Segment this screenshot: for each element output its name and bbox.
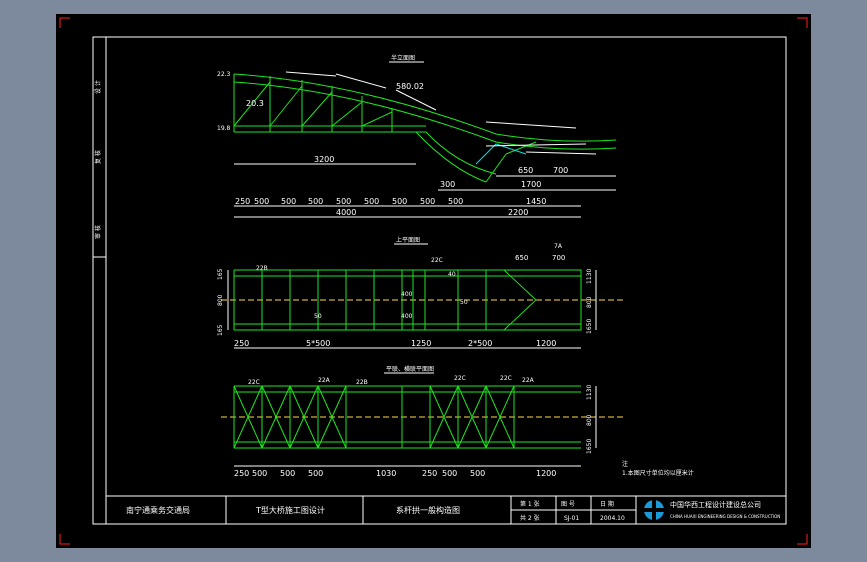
bp-label-2: 22A: [318, 377, 331, 384]
tb-project: T型大桥施工图设计: [255, 505, 325, 515]
plan-right-dim-1: 1130: [586, 269, 593, 284]
dim-row-0: 250: [235, 197, 250, 206]
plan-label-22b: 22B: [256, 265, 268, 272]
plan-label-400b: 400: [401, 313, 413, 320]
plan-left-dim-2: 800: [217, 294, 224, 306]
plan-dim-1: 5*500: [306, 339, 330, 348]
dim-row-6: 500: [392, 197, 407, 206]
corner-mark-tl: [59, 17, 70, 28]
arch-end-curve-2: [415, 131, 487, 183]
cad-viewport[interactable]: 设 计 复 核 审 核 半立面图 22.3 20.3 19.8 580.02 3…: [56, 14, 811, 548]
bp-dim-8: 1200: [536, 469, 556, 478]
elev-label-3: 19.8: [217, 125, 231, 132]
plan-left-dim-3: 165: [217, 324, 224, 336]
plan-label-700: 700: [552, 254, 565, 262]
dim-650: 650: [518, 166, 533, 175]
note-line-1: 1.本图尺寸单位均以厘米计: [622, 469, 694, 477]
corner-mark-tr: [797, 17, 808, 28]
dim-1700: 1700: [521, 180, 541, 189]
tb-client: 南宁通乘务交通局: [126, 505, 190, 515]
bp-dim-5: 250: [422, 469, 437, 478]
plan-dim-0: 250: [234, 339, 249, 348]
tb-total: 共 2 张: [520, 514, 540, 522]
plan-dim-2: 1250: [411, 339, 431, 348]
elev-label-2: 20.3: [246, 99, 264, 108]
elevation-title: 半立面图: [391, 54, 415, 62]
plan-label-650: 650: [515, 254, 528, 262]
dim-300: 300: [440, 180, 455, 189]
dim-row-7: 500: [420, 197, 435, 206]
elev-label-1: 22.3: [217, 71, 231, 78]
side-stamp-2: 复 核: [94, 150, 102, 164]
dim-row-2: 500: [281, 197, 296, 206]
plan-label-40: 40: [448, 271, 456, 278]
title-block: 南宁通乘务交通局 T型大桥施工图设计 系杆拱一般构造图 第 1 张 共 2 张 …: [106, 495, 786, 524]
bottom-plan-title: 平联、横联平面图: [386, 365, 434, 373]
bp-label-4: 22C: [454, 375, 466, 382]
side-stamp-1: 设 计: [94, 80, 102, 94]
company-logo-icon: [644, 500, 664, 520]
bp-label-6: 22A: [522, 377, 535, 384]
bp-right-dim-2: 800: [586, 414, 593, 426]
bp-dim-2: 500: [280, 469, 295, 478]
bp-label-3: 22B: [356, 379, 368, 386]
bp-right-dim-1: 1130: [586, 385, 593, 400]
plan-right-dim-3: 1650: [586, 319, 593, 334]
tb-company-en: CHINA HUAXI ENGINEERING DESIGN & CONSTRU…: [670, 514, 780, 519]
dim-row-4: 500: [336, 197, 351, 206]
corner-mark-br: [797, 534, 808, 545]
tb-drawing-no: SJ-01: [564, 515, 579, 522]
plan-title: 上平面图: [396, 236, 420, 244]
side-stamps: 设 计 复 核 审 核: [94, 80, 102, 239]
bp-dim-0: 250: [234, 469, 249, 478]
plan-view: 上平面图 22B 22C 7A 650 700 40 50 400 400 50…: [217, 236, 626, 349]
elev-dim-row: 250 500 500 500 500 500 500 500 500 1450: [235, 197, 546, 206]
drawing-canvas: 设 计 复 核 审 核 半立面图 22.3 20.3 19.8 580.02 3…: [59, 17, 808, 545]
plan-dim-4: 1200: [536, 339, 556, 348]
arch-top-chord-inner: [233, 81, 617, 150]
dim-4000: 4000: [336, 208, 356, 217]
bp-label-1: 22C: [248, 379, 260, 386]
plan-right-dim-2: 800: [586, 296, 593, 308]
tb-company: 中国华西工程设计建设总公司: [670, 500, 761, 509]
dim-row-9: 1450: [526, 197, 546, 206]
inner-frame: [105, 36, 787, 525]
dim-row-1: 500: [254, 197, 269, 206]
drawing-note: 注 1.本图尺寸单位均以厘米计: [622, 460, 694, 477]
plan-label-50: 50: [460, 299, 468, 306]
plan-dim-3: 2*500: [468, 339, 492, 348]
bp-dim-6: 500: [442, 469, 457, 478]
tb-date: 2004.10: [600, 515, 625, 522]
bottom-plan-view: 平联、横联平面图 22C 22A 22B 22C 22C 22A 1130 80…: [221, 365, 626, 478]
dim-row-8: 500: [448, 197, 463, 206]
bp-dim-3: 500: [308, 469, 323, 478]
plan-label-7a: 7A: [554, 243, 563, 250]
drawing-frame: [92, 36, 787, 525]
bp-dim-1: 500: [252, 469, 267, 478]
tb-date-label: 日 期: [600, 500, 614, 508]
note-title: 注: [622, 460, 628, 468]
plan-label-22c: 22C: [431, 257, 443, 264]
tb-drawing-title: 系杆拱一般构造图: [396, 505, 460, 515]
side-stamp-3: 审 核: [94, 225, 102, 239]
bp-right-dim-3: 1650: [586, 439, 593, 454]
dim-3200: 3200: [314, 155, 334, 164]
arch-top-chord: [233, 73, 617, 142]
corner-mark-bl: [59, 534, 70, 545]
elevation-view: 半立面图 22.3 20.3 19.8 580.02 3200 300 1700…: [217, 54, 617, 218]
plan-left-dim-1: 165: [217, 268, 224, 280]
dim-700: 700: [553, 166, 568, 175]
bp-dim-7: 500: [470, 469, 485, 478]
bp-label-5: 22C: [500, 375, 512, 382]
dim-2200: 2200: [508, 208, 528, 217]
elev-dim-580: 580.02: [396, 82, 424, 91]
plan-end-wedge: [502, 269, 582, 331]
tb-sheet: 第 1 张: [520, 500, 540, 508]
plan-label-400a: 400: [401, 291, 413, 298]
bp-dim-4: 1030: [376, 469, 396, 478]
plan-label-50b: 50: [314, 313, 322, 320]
dim-row-5: 500: [364, 197, 379, 206]
tb-drawing-no-label: 图 号: [561, 501, 575, 508]
dim-row-3: 500: [308, 197, 323, 206]
